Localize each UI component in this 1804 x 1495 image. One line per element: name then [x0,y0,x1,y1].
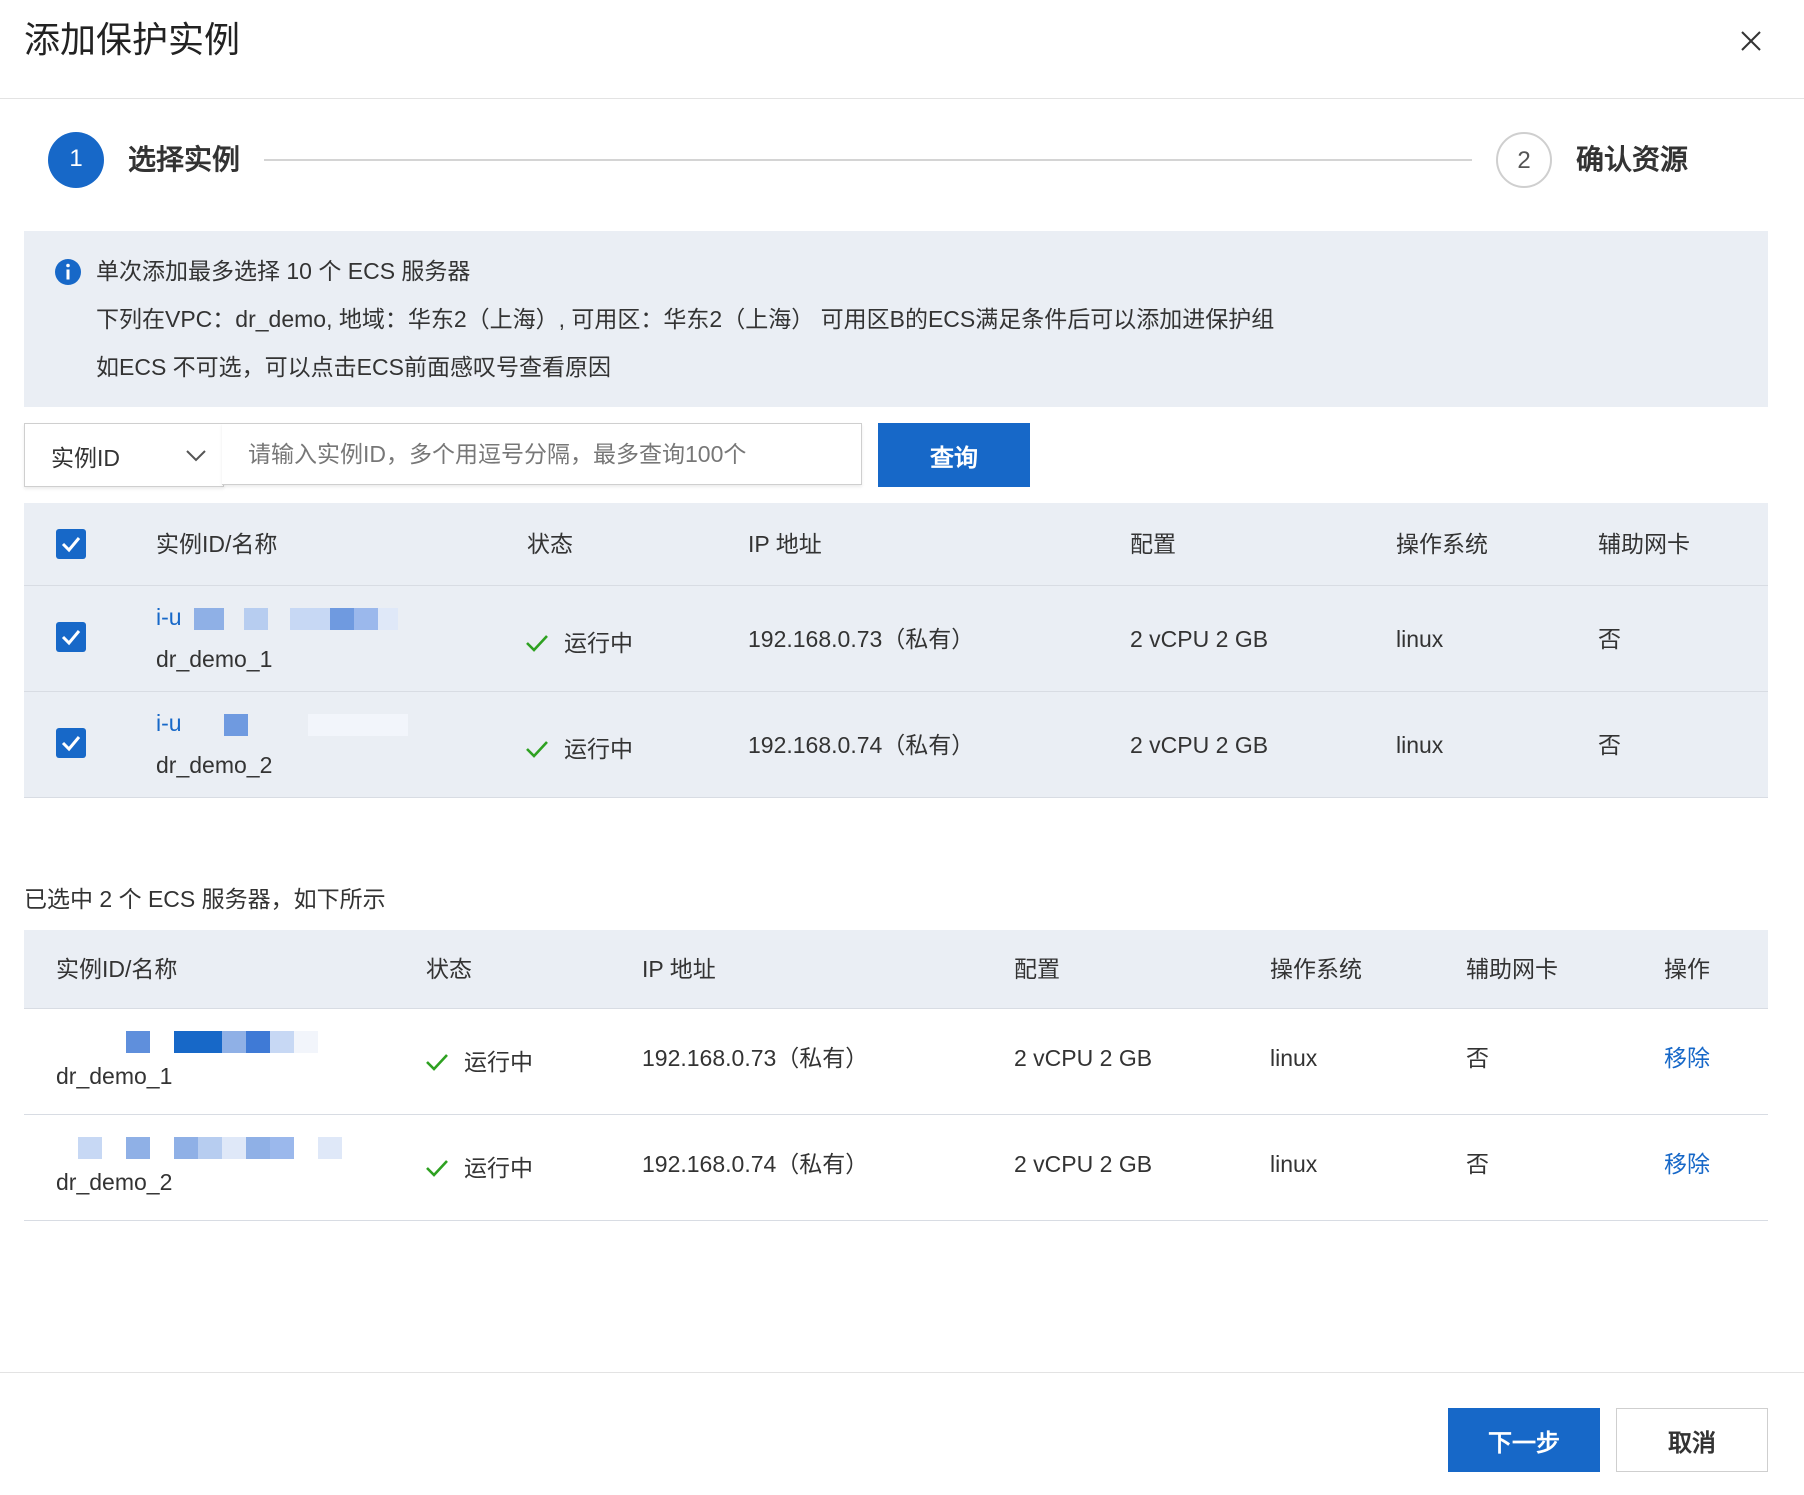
check-icon [526,635,548,652]
search-field-value: 实例ID [51,445,120,471]
notice-line-3: 如ECS 不可选，可以点击ECS前面感叹号查看原因 [96,354,611,380]
table-row[interactable]: i-u dr_demo_2 运行中 192.168.0.74（私有） 2 vCP… [24,692,1768,798]
step-2-number: 2 [1496,132,1552,188]
config: 2 vCPU 2 GB [1130,626,1269,652]
search-row: 实例ID 查询 [24,423,1124,487]
instance-id-link[interactable]: i-u [156,602,398,632]
instance-table: 实例ID/名称 状态 IP 地址 配置 操作系统 辅助网卡 i-u dr_dem… [24,503,1768,798]
remove-link[interactable]: 移除 [1664,1149,1710,1179]
masked-id [193,607,398,631]
dialog-header: 添加保护实例 [0,0,1804,99]
check-icon [61,537,81,553]
notice-line-1: 单次添加最多选择 10 个 ECS 服务器 [96,258,471,284]
secondary-nic: 否 [1598,626,1621,652]
config: 2 vCPU 2 GB [1014,1045,1153,1071]
column-header-config: 配置 [1130,531,1176,557]
column-header-secondary-nic: 辅助网卡 [1598,531,1690,557]
selected-table: 实例ID/名称 状态 IP 地址 配置 操作系统 辅助网卡 操作 dr_demo… [24,930,1768,1221]
config: 2 vCPU 2 GB [1130,732,1269,758]
os: linux [1396,626,1444,652]
instance-name: dr_demo_2 [156,752,273,778]
instance-id-prefix: i-u [156,710,182,736]
column-header-ip: IP 地址 [748,531,822,557]
os: linux [1270,1045,1318,1071]
table-row: dr_demo_2 运行中 192.168.0.74（私有） 2 vCPU 2 … [24,1115,1768,1221]
ip-address: 192.168.0.73（私有） [642,1045,869,1071]
search-field-select[interactable]: 实例ID [24,423,224,487]
check-icon [426,1160,448,1177]
check-icon [61,630,81,646]
check-icon [526,741,548,758]
status-cell: 运行中 [424,1149,533,1183]
instance-name: dr_demo_2 [56,1169,173,1195]
step-connector [264,159,1472,161]
steps-indicator: 1 选择实例 2 确认资源 [0,128,1804,198]
column-header-os: 操作系统 [1396,531,1488,557]
column-header-action: 操作 [1664,956,1710,982]
instance-name: dr_demo_1 [156,646,273,672]
column-header-os: 操作系统 [1270,956,1362,982]
masked-id [194,713,408,737]
status-text: 运行中 [464,1155,533,1181]
chevron-down-icon [186,450,206,462]
os: linux [1270,1151,1318,1177]
table-row: dr_demo_1 运行中 192.168.0.73（私有） 2 vCPU 2 … [24,1009,1768,1115]
selected-table-header: 实例ID/名称 状态 IP 地址 配置 操作系统 辅助网卡 操作 [24,930,1768,1009]
masked-id [56,1131,342,1161]
column-header-config: 配置 [1014,956,1060,982]
cancel-button[interactable]: 取消 [1616,1408,1768,1472]
column-header-secondary-nic: 辅助网卡 [1466,956,1558,982]
instance-id-link[interactable]: i-u [156,708,408,738]
dialog-footer: 下一步 取消 [0,1372,1804,1495]
info-icon [55,259,81,285]
remove-link[interactable]: 移除 [1664,1043,1710,1073]
secondary-nic: 否 [1466,1045,1489,1071]
column-header-status: 状态 [527,531,573,557]
secondary-nic: 否 [1466,1151,1489,1177]
notice-panel: 单次添加最多选择 10 个 ECS 服务器 下列在VPC：dr_demo, 地域… [24,231,1768,407]
dialog-title: 添加保护实例 [24,19,241,60]
status-text: 运行中 [564,736,633,762]
status-text: 运行中 [464,1049,533,1075]
selected-caption: 已选中 2 个 ECS 服务器，如下所示 [24,886,386,912]
next-step-button[interactable]: 下一步 [1448,1408,1600,1472]
query-button[interactable]: 查询 [878,423,1030,487]
search-input[interactable] [222,423,862,485]
step-1-number: 1 [48,132,104,188]
close-icon [1741,31,1761,51]
notice-line-2: 下列在VPC：dr_demo, 地域：华东2（上海）, 可用区：华东2（上海） … [96,306,1275,332]
row-checkbox[interactable] [56,622,86,652]
instance-table-header: 实例ID/名称 状态 IP 地址 配置 操作系统 辅助网卡 [24,503,1768,586]
config: 2 vCPU 2 GB [1014,1151,1153,1177]
select-all-checkbox[interactable] [56,529,86,559]
close-button[interactable] [1734,24,1768,58]
status-text: 运行中 [564,630,633,656]
instance-id-prefix: i-u [156,604,182,630]
status-cell: 运行中 [524,730,633,764]
status-cell: 运行中 [524,624,633,658]
row-checkbox[interactable] [56,728,86,758]
secondary-nic: 否 [1598,732,1621,758]
step-1-label: 选择实例 [128,144,241,175]
step-2-label: 确认资源 [1576,144,1689,175]
ip-address: 192.168.0.73（私有） [748,626,975,652]
table-row[interactable]: i-u dr_demo_1 运行中 192.168.0.73（私有） 2 vCP… [24,586,1768,692]
instance-name: dr_demo_1 [56,1063,173,1089]
add-protection-instance-dialog: 添加保护实例 1 选择实例 2 确认资源 单次添加最多选择 10 个 ECS 服… [0,0,1804,1494]
status-cell: 运行中 [424,1043,533,1077]
os: linux [1396,732,1444,758]
column-header-id-name: 实例ID/名称 [56,956,178,982]
column-header-id-name: 实例ID/名称 [156,531,278,557]
ip-address: 192.168.0.74（私有） [642,1151,869,1177]
check-icon [61,736,81,752]
ip-address: 192.168.0.74（私有） [748,732,975,758]
column-header-status: 状态 [426,956,472,982]
check-icon [426,1054,448,1071]
masked-id [56,1025,318,1055]
column-header-ip: IP 地址 [642,956,716,982]
